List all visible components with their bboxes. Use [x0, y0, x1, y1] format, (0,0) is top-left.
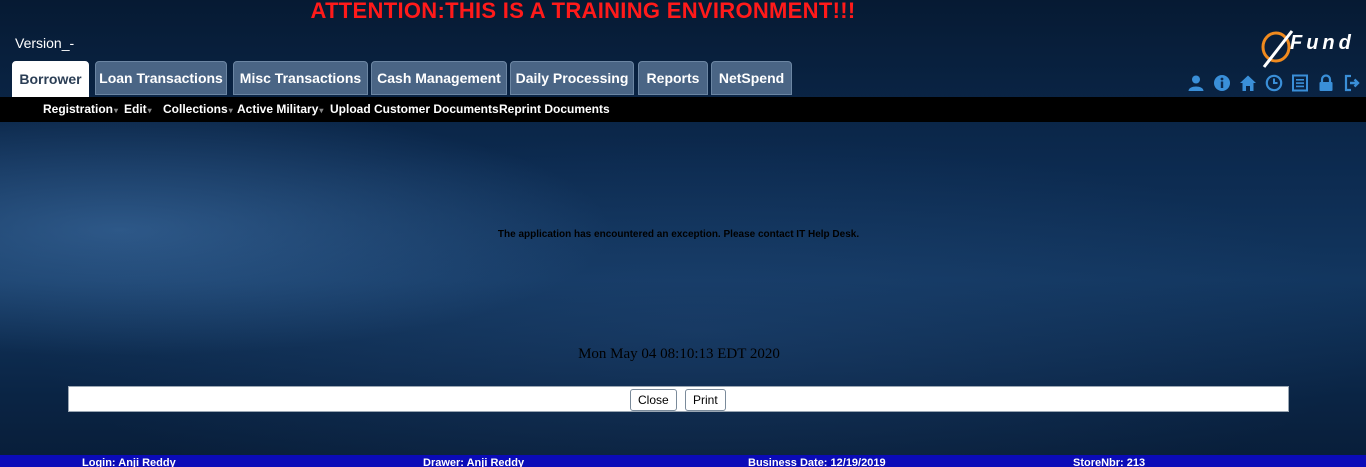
action-button-bar: Close Print — [68, 386, 1289, 412]
submenu-registration[interactable]: Registration▾ — [43, 102, 118, 116]
drawer-status: Drawer: Anji Reddy — [423, 457, 525, 467]
chevron-down-icon: ▾ — [147, 106, 152, 115]
chevron-down-icon: ▾ — [114, 106, 119, 115]
info-icon[interactable] — [1213, 74, 1231, 92]
tab-daily-processing[interactable]: Daily Processing — [510, 61, 634, 95]
chevron-down-icon: ▾ — [319, 106, 324, 115]
print-button[interactable]: Print — [685, 389, 726, 411]
submenu-reprint-documents[interactable]: Reprint Documents — [499, 102, 610, 116]
logout-icon[interactable] — [1343, 74, 1361, 92]
tab-netspend[interactable]: NetSpend — [711, 61, 792, 95]
status-bar: Login: Anji Reddy Drawer: Anji Reddy Bus… — [0, 455, 1366, 467]
tab-misc-transactions[interactable]: Misc Transactions — [233, 61, 368, 95]
submenu-active-military-label: Active Military — [237, 102, 319, 116]
version-label: Version_- — [15, 35, 75, 51]
qfund-logo: Fund — [1258, 27, 1362, 71]
submenu-collections-label: Collections — [163, 102, 228, 116]
current-datetime: Mon May 04 08:10:13 EDT 2020 — [578, 346, 780, 362]
submenu-edit[interactable]: Edit▾ — [124, 102, 152, 116]
business-date-status: Business Date: 12/19/2019 — [748, 457, 886, 467]
training-environment-banner: ATTENTION:THIS IS A TRAINING ENVIRONMENT… — [310, 0, 856, 23]
exception-message: The application has encountered an excep… — [497, 229, 860, 240]
tab-borrower[interactable]: Borrower — [12, 61, 89, 97]
submenu-active-military[interactable]: Active Military▾ — [237, 102, 323, 116]
tab-loan-transactions[interactable]: Loan Transactions — [95, 61, 227, 95]
list-icon[interactable] — [1291, 74, 1309, 92]
borrower-submenu: Registration▾ Edit▾ Collections▾ Active … — [0, 97, 1366, 122]
submenu-registration-label: Registration — [43, 102, 114, 116]
home-icon[interactable] — [1239, 74, 1257, 92]
chevron-down-icon: ▾ — [228, 106, 233, 115]
submenu-upload-customer-documents[interactable]: Upload Customer Documents — [330, 102, 499, 116]
tab-cash-management[interactable]: Cash Management — [371, 61, 507, 95]
login-status: Login: Anji Reddy — [82, 457, 176, 467]
user-icon[interactable] — [1187, 74, 1205, 92]
submenu-collections[interactable]: Collections▾ — [163, 102, 233, 116]
tab-reports[interactable]: Reports — [638, 61, 708, 95]
submenu-edit-label: Edit — [124, 102, 147, 116]
lock-icon[interactable] — [1317, 74, 1335, 92]
store-number-status: StoreNbr: 213 — [1073, 457, 1146, 467]
close-button[interactable]: Close — [630, 389, 677, 411]
clock-icon[interactable] — [1265, 74, 1283, 92]
logo-text: Fund — [1290, 32, 1355, 54]
